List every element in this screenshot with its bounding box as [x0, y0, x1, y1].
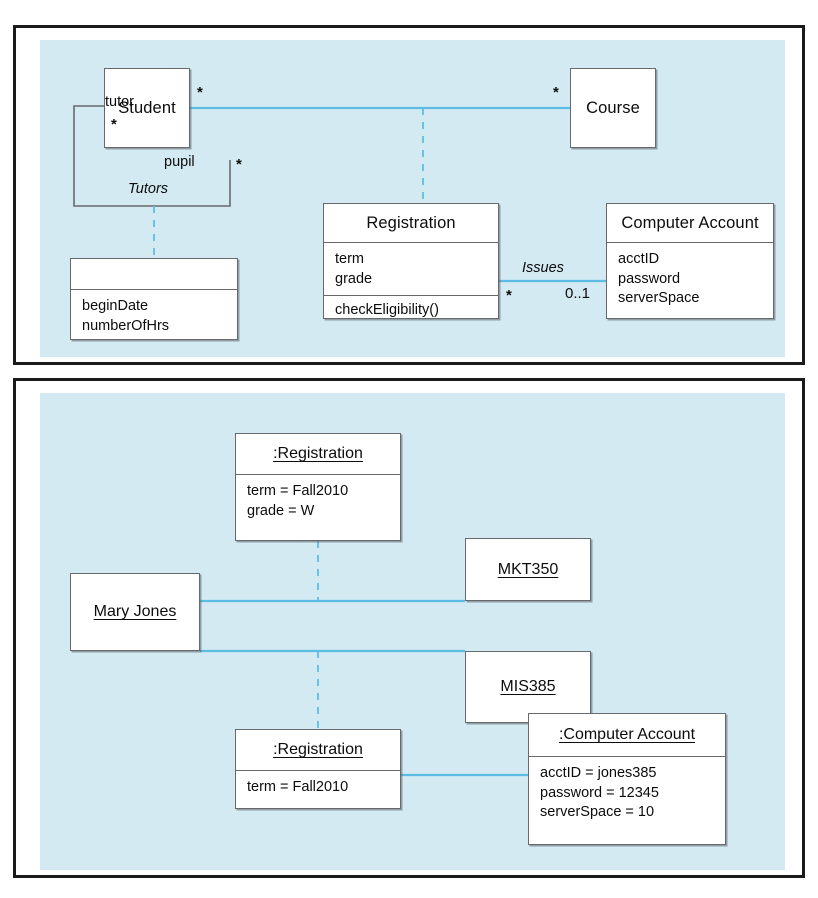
attribute-item: numberOfHrs — [82, 317, 170, 334]
uml-figure: Student Course Registration term grade c… — [0, 0, 818, 898]
object-name-text: :Computer Account — [558, 726, 696, 743]
attribute-item: beginDate — [82, 298, 149, 314]
object-diagram-panel: :Registration term = Fall2010 grade = W … — [13, 378, 805, 878]
object-slots-registration-1: term = Fall2010 grade = W — [236, 474, 400, 527]
class-name-course: Course — [586, 98, 640, 117]
object-name-text: MKT350 — [497, 560, 559, 578]
object-name-text: :Registration — [273, 741, 363, 758]
class-name-computer-account: Computer Account — [621, 213, 759, 232]
multiplicity-student-side: * — [197, 84, 203, 101]
class-attributes-computer-account: acctID password serverSpace — [607, 242, 773, 315]
slot-item: term = Fall2010 — [247, 483, 349, 499]
attribute-item: password — [618, 270, 681, 287]
class-operations-registration: checkEligibility() — [324, 295, 498, 326]
slot-item: serverSpace = 10 — [540, 804, 655, 820]
object-name-text: :Registration — [273, 445, 363, 462]
class-diagram-panel: Student Course Registration term grade c… — [13, 25, 805, 365]
class-attributes-registration: term grade — [324, 242, 498, 295]
class-box-course[interactable]: Course — [570, 68, 656, 148]
object-name-computer-account: :Computer Account — [529, 714, 725, 756]
object-box-mary-jones[interactable]: Mary Jones — [70, 573, 200, 651]
object-box-registration-2[interactable]: :Registration term = Fall2010 — [235, 729, 401, 809]
slot-item: acctID = jones385 — [540, 765, 657, 781]
object-slots-computer-account: acctID = jones385 password = 12345 serve… — [529, 756, 725, 829]
object-name-mis385: MIS385 — [466, 652, 590, 722]
object-name-registration-2: :Registration — [236, 730, 400, 770]
multiplicity-issues-source: * — [506, 287, 512, 304]
slot-item: grade = W — [247, 502, 315, 519]
multiplicity-issues-target: 0..1 — [565, 285, 591, 302]
association-label-tutors: Tutors — [128, 181, 169, 197]
association-class-name-tutors — [71, 259, 237, 289]
class-box-registration[interactable]: Registration term grade checkEligibility… — [323, 203, 499, 319]
multiplicity-course-side: * — [553, 84, 559, 101]
attribute-item: term — [335, 251, 364, 267]
association-label-issues: Issues — [522, 260, 564, 276]
object-diagram-canvas: :Registration term = Fall2010 grade = W … — [40, 393, 785, 870]
multiplicity-tutor: * — [111, 116, 117, 133]
class-box-computer-account[interactable]: Computer Account acctID password serverS… — [606, 203, 774, 319]
object-name-text: MIS385 — [500, 678, 556, 695]
role-label-pupil: pupil — [164, 154, 195, 170]
object-box-computer-account[interactable]: :Computer Account acctID = jones385 pass… — [528, 713, 726, 845]
object-box-registration-1[interactable]: :Registration term = Fall2010 grade = W — [235, 433, 401, 541]
object-box-mkt350[interactable]: MKT350 — [465, 538, 591, 601]
attribute-item: grade — [335, 270, 373, 287]
object-name-mkt350: MKT350 — [466, 539, 590, 600]
class-name-registration: Registration — [366, 213, 456, 232]
operation-item: checkEligibility() — [335, 302, 439, 318]
object-name-registration-1: :Registration — [236, 434, 400, 474]
attribute-item: acctID — [618, 251, 660, 267]
object-name-text: Mary Jones — [93, 603, 177, 620]
object-slots-registration-2: term = Fall2010 — [236, 770, 400, 804]
multiplicity-pupil: * — [236, 156, 242, 173]
attribute-item: serverSpace — [618, 290, 700, 306]
slot-item: term = Fall2010 — [247, 779, 349, 795]
class-diagram-canvas: Student Course Registration term grade c… — [40, 40, 785, 357]
role-label-tutor: tutor — [105, 94, 135, 110]
slot-item: password = 12345 — [540, 784, 659, 801]
association-class-attributes-tutors: beginDate numberOfHrs — [71, 289, 237, 342]
object-name-mary-jones: Mary Jones — [71, 574, 199, 650]
association-class-box-tutors[interactable]: beginDate numberOfHrs — [70, 258, 238, 340]
